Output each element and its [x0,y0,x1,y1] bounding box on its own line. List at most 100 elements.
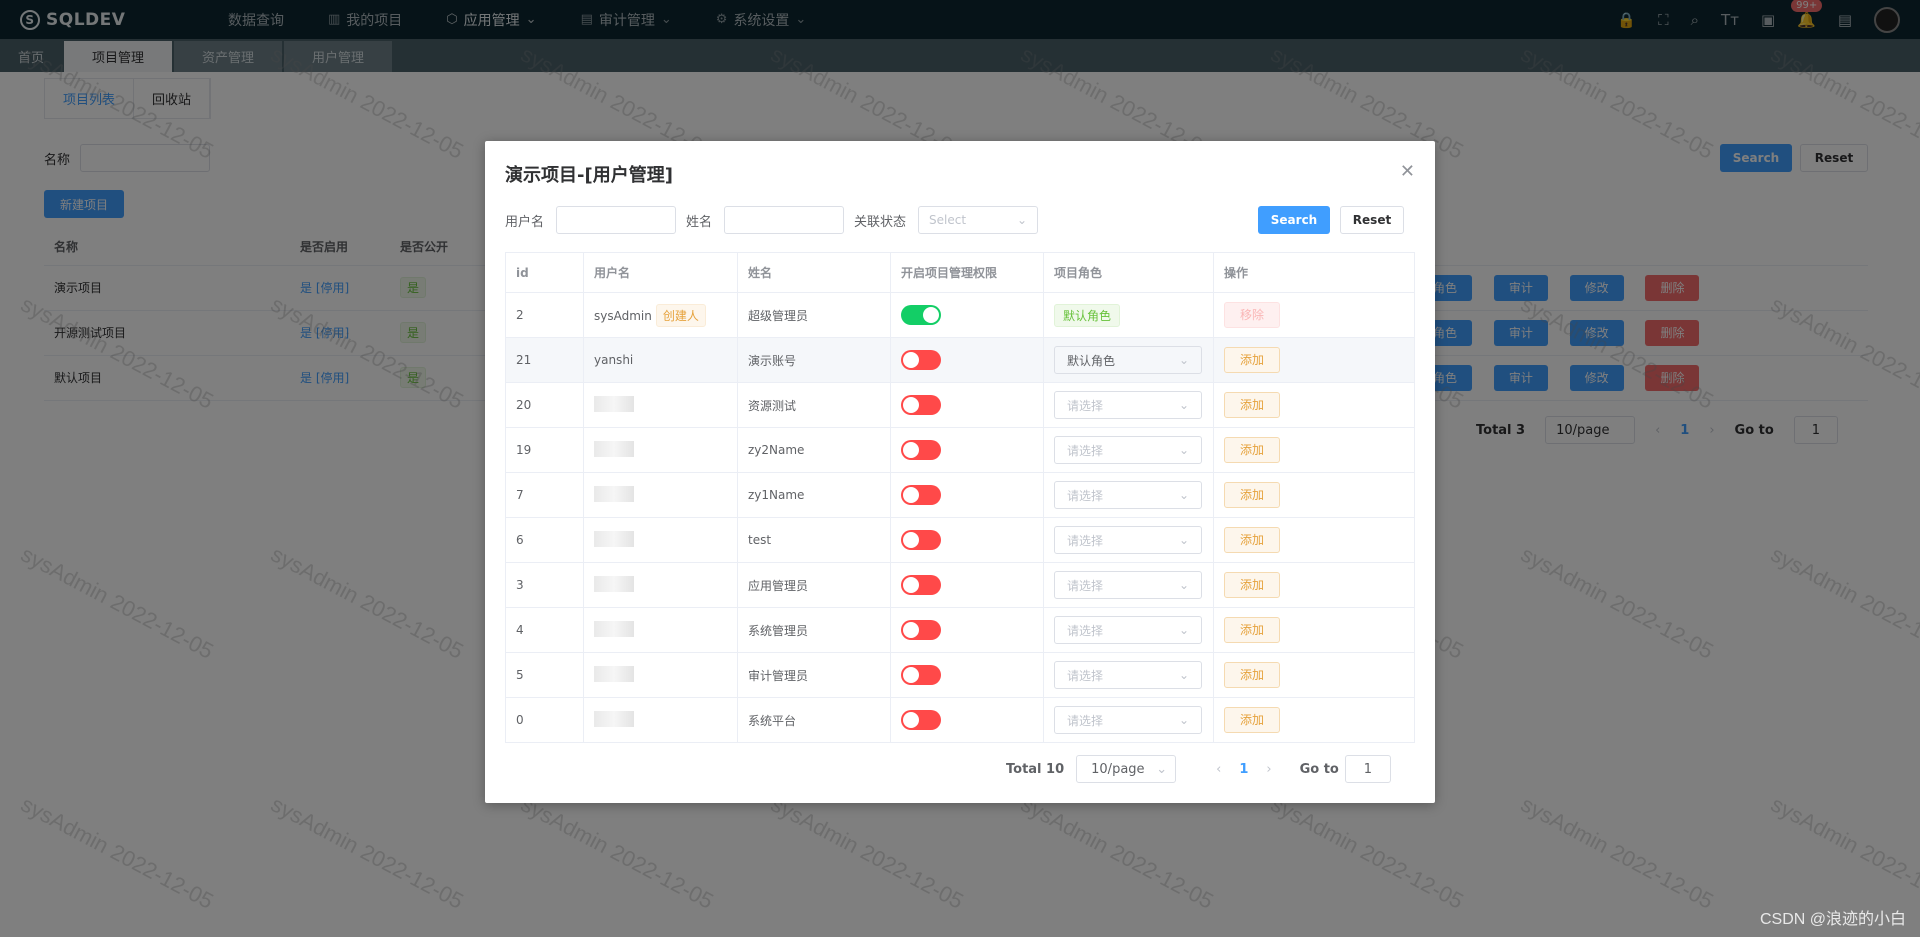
page-number[interactable]: 1 [1239,762,1248,777]
add-button[interactable]: 添加 [1224,347,1280,373]
admin-permission-switch[interactable] [901,485,941,505]
real-name: 应用管理员 [737,562,891,608]
reset-button[interactable]: Reset [1340,206,1404,234]
chevron-down-icon: ⌄ [1178,488,1189,502]
role-select[interactable]: 请选择 ⌄ [1054,571,1202,599]
user-id: 4 [505,607,584,653]
role-value: 请选择 [1067,713,1104,728]
real-name: test [737,517,891,563]
chevron-down-icon: ⌄ [1178,398,1189,412]
prev-page-icon[interactable]: ‹ [1216,762,1221,777]
table-row: 19 zy2Name 请选择 ⌄ 添加 [505,427,1415,473]
page-size-value: 10/page [1091,761,1145,777]
status-label: 关联状态 [854,214,907,230]
redacted-username [594,440,634,457]
role-value: 请选择 [1067,488,1104,503]
chevron-down-icon: ⌄ [1178,533,1189,547]
admin-permission-switch[interactable] [901,305,941,325]
real-name: 演示账号 [737,337,891,383]
col-actions: 操作 [1213,252,1415,293]
username-label: 用户名 [505,214,545,230]
page-size-select[interactable]: 10/page ⌄ [1076,755,1177,783]
chevron-down-icon: ⌄ [1178,443,1189,457]
role-select[interactable]: 请选择 ⌄ [1054,616,1202,644]
admin-permission-switch[interactable] [901,530,941,550]
role-select[interactable]: 请选择 ⌄ [1054,526,1202,554]
col-project-role: 项目角色 [1043,252,1214,293]
admin-permission-switch[interactable] [901,395,941,415]
real-name: 审计管理员 [737,652,891,698]
real-name: 超级管理员 [737,292,891,338]
search-button[interactable]: Search [1258,206,1330,234]
col-username: 用户名 [583,252,738,293]
redacted-username [594,620,634,637]
chevron-down-icon: ⌄ [1178,713,1189,727]
redacted-username [594,710,634,727]
user-table: id 用户名 姓名 开启项目管理权限 项目角色 操作 2 sysAdmin 创建人… [505,252,1415,743]
redacted-username [594,575,634,592]
add-button[interactable]: 添加 [1224,392,1280,418]
col-id: id [505,252,584,293]
table-row: 6 test 请选择 ⌄ 添加 [505,517,1415,563]
admin-permission-switch[interactable] [901,575,941,595]
admin-permission-switch[interactable] [901,665,941,685]
add-button[interactable]: 添加 [1224,662,1280,688]
admin-permission-switch[interactable] [901,710,941,730]
admin-permission-switch[interactable] [901,350,941,370]
realname-input[interactable] [724,206,845,234]
user-id: 2 [505,292,584,338]
add-button[interactable]: 添加 [1224,572,1280,598]
role-value: 请选择 [1067,533,1104,548]
table-row: 5 审计管理员 请选择 ⌄ 添加 [505,652,1415,698]
default-role-tag: 默认角色 [1054,303,1121,327]
col-admin-permission: 开启项目管理权限 [890,252,1044,293]
table-row: 3 应用管理员 请选择 ⌄ 添加 [505,562,1415,608]
table-row: 7 zy1Name 请选择 ⌄ 添加 [505,472,1415,518]
status-placeholder: Select [929,213,967,227]
user-id: 5 [505,652,584,698]
dialog-pagination: Total 10 10/page ⌄ ‹ 1 › Go to 1 [1006,755,1391,783]
table-row: 4 系统管理员 请选择 ⌄ 添加 [505,607,1415,653]
admin-permission-switch[interactable] [901,620,941,640]
user-id: 0 [505,697,584,743]
user-id: 19 [505,427,584,473]
goto-input[interactable]: 1 [1344,755,1391,783]
table-row: 2 sysAdmin 创建人 超级管理员 默认角色 移除 [505,292,1415,338]
source-credit: CSDN @浪迹的小白 [1759,911,1906,928]
role-select[interactable]: 请选择 ⌄ [1054,706,1202,734]
chevron-down-icon: ⌄ [1156,761,1168,777]
add-button[interactable]: 添加 [1224,617,1280,643]
role-select[interactable]: 请选择 ⌄ [1054,481,1202,509]
redacted-username [594,665,634,682]
redacted-username [594,530,634,547]
role-select[interactable]: 请选择 ⌄ [1054,661,1202,689]
add-button[interactable]: 添加 [1224,437,1280,463]
remove-button[interactable]: 移除 [1224,302,1280,328]
role-value: 请选择 [1067,443,1104,458]
role-value: 请选择 [1067,623,1104,638]
real-name: zy2Name [737,427,891,473]
chevron-down-icon: ⌄ [1178,353,1189,367]
chevron-down-icon: ⌄ [1016,213,1028,227]
chevron-down-icon: ⌄ [1178,578,1189,592]
status-select[interactable]: Select ⌄ [918,206,1039,234]
user-id: 21 [505,337,584,383]
dialog-total: Total 10 [1006,761,1065,777]
role-select[interactable]: 请选择 ⌄ [1054,391,1202,419]
add-button[interactable]: 添加 [1224,482,1280,508]
username-input[interactable] [556,206,677,234]
real-name: 系统管理员 [737,607,891,653]
table-row: 20 资源测试 请选择 ⌄ 添加 [505,382,1415,428]
user-id: 6 [505,517,584,563]
role-value: 请选择 [1067,578,1104,593]
role-select[interactable]: 默认角色 ⌄ [1054,346,1202,374]
next-page-icon[interactable]: › [1266,762,1271,777]
role-select[interactable]: 请选择 ⌄ [1054,436,1202,464]
add-button[interactable]: 添加 [1224,527,1280,553]
realname-label: 姓名 [686,214,713,230]
username: yanshi [594,353,634,367]
add-button[interactable]: 添加 [1224,707,1280,733]
close-icon[interactable]: ✕ [1400,161,1415,182]
admin-permission-switch[interactable] [901,440,941,460]
chevron-down-icon: ⌄ [1178,623,1189,637]
